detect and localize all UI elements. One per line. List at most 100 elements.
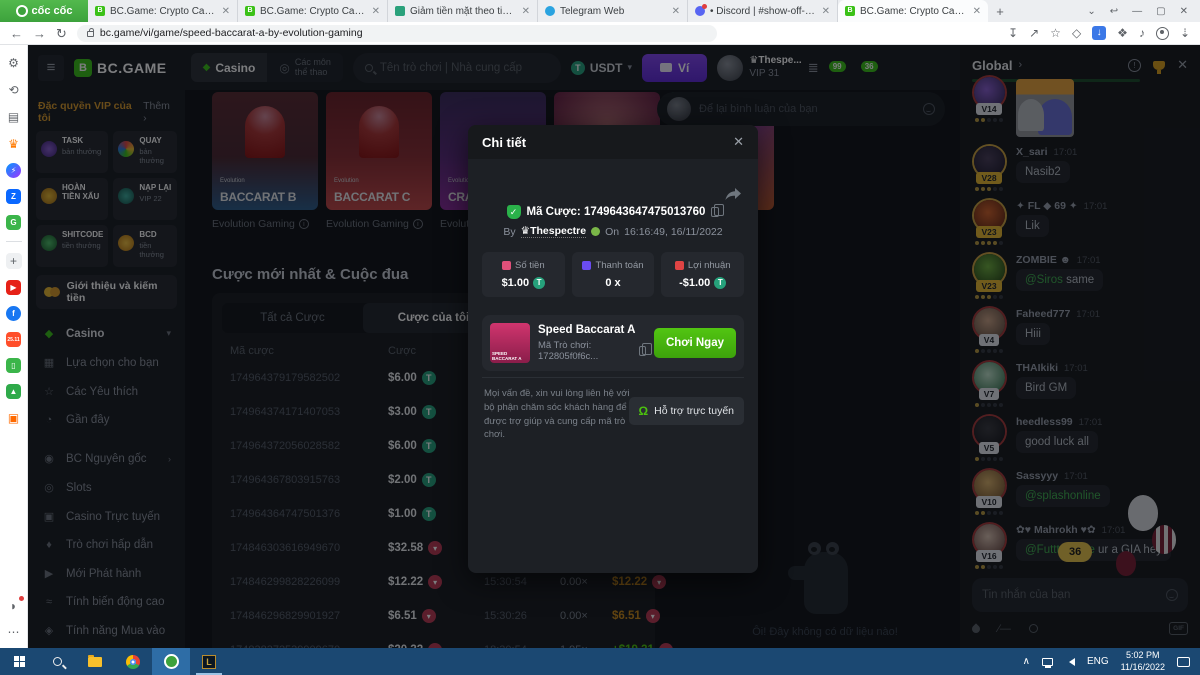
tab-close-icon[interactable]: ✕ — [222, 6, 230, 17]
bcgame-favicon: B — [245, 6, 255, 16]
bcgame-favicon: B — [845, 6, 855, 16]
bcgame-favicon: B — [95, 6, 105, 16]
browser-sidebar: ⚙ ⟲ ▤ ♛ ⚡ Z G + ▶ f 25.11 ▯ ▲ ▣ ◗ ⋯ — [0, 45, 28, 648]
copy-icon[interactable] — [639, 346, 646, 356]
telegram-favicon — [545, 6, 555, 16]
history-icon[interactable]: ⟲ — [6, 82, 22, 98]
browser-tab[interactable]: Telegram Web✕ — [538, 0, 688, 22]
coccoc-brand-button[interactable]: cốc cốc — [0, 0, 88, 22]
save-page-icon[interactable]: ↧ — [1008, 27, 1018, 39]
browser-tab[interactable]: BBC.Game: Crypto Casino Gam✕ — [88, 0, 238, 22]
frog-emoji-icon — [591, 227, 600, 236]
taskbar-search-icon[interactable] — [38, 648, 76, 675]
copy-icon[interactable] — [711, 207, 719, 217]
taskbar-clock[interactable]: 5:02 PM11/16/2022 — [1121, 650, 1165, 673]
language-indicator[interactable]: ENG — [1087, 656, 1109, 667]
games-icon[interactable]: G — [6, 215, 21, 230]
back-button[interactable]: ← — [10, 27, 23, 40]
game-thumbnail[interactable]: SPEED BACCARAT A — [490, 323, 530, 363]
maximize-button[interactable]: ▢ — [1156, 6, 1165, 17]
forward-button[interactable]: → — [33, 27, 46, 40]
game-name: Speed Baccarat A — [538, 324, 646, 336]
settings-gear-icon[interactable]: ⚙ — [6, 55, 22, 71]
tab-close-icon[interactable]: ✕ — [822, 6, 830, 17]
tab-search-icon[interactable]: ⌄ — [1087, 6, 1095, 17]
divider — [482, 377, 744, 378]
browser-tab-active[interactable]: BBC.Game: Crypto Casino Gam✕ — [838, 0, 988, 22]
tab-close-icon[interactable]: ✕ — [522, 6, 530, 17]
sale-icon[interactable]: 25.11 — [6, 332, 21, 347]
browser-tab[interactable]: • Discord | #show-off-you✕ — [688, 0, 838, 22]
money-icon — [502, 261, 511, 270]
live-support-button[interactable]: Ω Hỗ trợ trực tuyến — [629, 397, 744, 425]
action-center-icon[interactable] — [1177, 657, 1190, 667]
volume-icon[interactable] — [1065, 658, 1075, 666]
add-app-icon[interactable]: + — [6, 253, 22, 269]
tray-expand-icon[interactable]: ∧ — [1023, 656, 1030, 667]
url-text: bc.game/vi/game/speed-baccarat-a-by-evol… — [100, 27, 363, 39]
bet-details-modal: Chi tiết ✕ ✓ Mã Cược: 174964364747501376… — [468, 125, 758, 573]
notifications-bell-icon[interactable]: ◗ — [6, 598, 22, 614]
notification-dot — [19, 596, 24, 601]
cart-icon[interactable]: ▣ — [6, 410, 22, 426]
tab-close-icon[interactable]: ✕ — [973, 6, 981, 17]
feed-icon[interactable]: ▤ — [6, 109, 22, 125]
extensions-icon[interactable]: ❖ — [1117, 27, 1128, 39]
bet-author-row: By ♛Thespectre On 16:16:49, 16/11/2022 — [468, 225, 758, 238]
play-now-button[interactable]: Chơi Ngay — [654, 328, 736, 358]
bet-id-row: ✓ Mã Cược: 1749643647475013760 — [468, 205, 758, 219]
wallet-icon — [582, 261, 591, 270]
youtube-icon[interactable]: ▶ — [6, 280, 21, 295]
league-of-legends-icon[interactable]: L — [190, 648, 228, 675]
media-icon[interactable]: ♪ — [1139, 27, 1145, 39]
tab-close-icon[interactable]: ✕ — [672, 6, 680, 17]
bet-stats-row: Số tiền $1.00 Thanh toán 0 x Lợi nhuận -… — [482, 252, 744, 297]
start-button[interactable] — [0, 648, 38, 675]
browser-tab[interactable]: BBC.Game: Crypto Casino Gam✕ — [238, 0, 388, 22]
chrome-icon[interactable] — [114, 648, 152, 675]
close-button[interactable]: ✕ — [1180, 6, 1188, 17]
bet-datetime: 16:16:49, 16/11/2022 — [624, 226, 722, 238]
screen: cốc cốc BBC.Game: Crypto Casino Gam✕ BBC… — [0, 0, 1200, 675]
network-icon[interactable] — [1042, 658, 1053, 666]
battery-app-icon[interactable]: ▯ — [6, 358, 21, 373]
file-explorer-icon[interactable] — [76, 648, 114, 675]
brand-label: cốc cốc — [32, 5, 73, 17]
minimize-button[interactable]: — — [1132, 6, 1142, 17]
tab-close-icon[interactable]: ✕ — [372, 6, 380, 17]
game-info-card: SPEED BACCARAT A Speed Baccarat A Mã Trò… — [482, 315, 744, 371]
stat-amount: Số tiền $1.00 — [482, 252, 565, 297]
browser-tab[interactable]: Giảm tiền mặt theo tiến hóa✕ — [388, 0, 538, 22]
share-bet-icon[interactable] — [724, 187, 742, 207]
facebook-icon[interactable]: f — [6, 306, 21, 321]
evolution-favicon — [395, 6, 405, 16]
recent-tabs-icon[interactable]: ↩ — [1110, 6, 1118, 17]
coccoc-logo-icon — [16, 5, 28, 17]
bet-author-link[interactable]: ♛Thespectre — [521, 225, 586, 238]
address-bar[interactable]: bc.game/vi/game/speed-baccarat-a-by-evol… — [77, 25, 717, 42]
messenger-icon[interactable]: ⚡ — [6, 163, 21, 178]
stat-profit: Lợi nhuận -$1.00 — [661, 252, 744, 297]
game-id-value: 172805f0f6c... — [538, 351, 598, 362]
adblock-shield-icon[interactable]: ◇ — [1072, 27, 1081, 39]
hot-crown-icon[interactable]: ♛ — [6, 136, 22, 152]
zalo-icon[interactable]: Z — [6, 189, 21, 204]
reload-button[interactable]: ↻ — [56, 27, 67, 40]
new-tab-button[interactable]: + — [988, 0, 1012, 22]
verified-shield-icon: ✓ — [507, 205, 521, 219]
coccoc-taskbar-icon[interactable] — [152, 648, 190, 675]
modal-header: Chi tiết ✕ — [468, 125, 758, 159]
usdt-coin-icon — [533, 277, 545, 289]
stat-payout: Thanh toán 0 x — [572, 252, 655, 297]
profile-icon[interactable] — [1156, 27, 1169, 40]
support-help-text: Mọi vấn đề, xin vui lòng liên hệ với bộ … — [484, 387, 634, 442]
more-icon[interactable]: ⋯ — [6, 624, 22, 640]
bookmark-star-icon[interactable]: ☆ — [1050, 27, 1061, 39]
hat-app-icon[interactable]: ▲ — [6, 384, 21, 399]
downloads-tray-icon[interactable]: ⇣ — [1180, 27, 1190, 39]
headset-icon: Ω — [639, 404, 649, 418]
modal-close-icon[interactable]: ✕ — [733, 134, 744, 150]
share-icon[interactable]: ↗ — [1029, 27, 1039, 39]
discord-favicon — [695, 6, 705, 16]
download-active-icon[interactable]: ↓ — [1092, 26, 1106, 40]
